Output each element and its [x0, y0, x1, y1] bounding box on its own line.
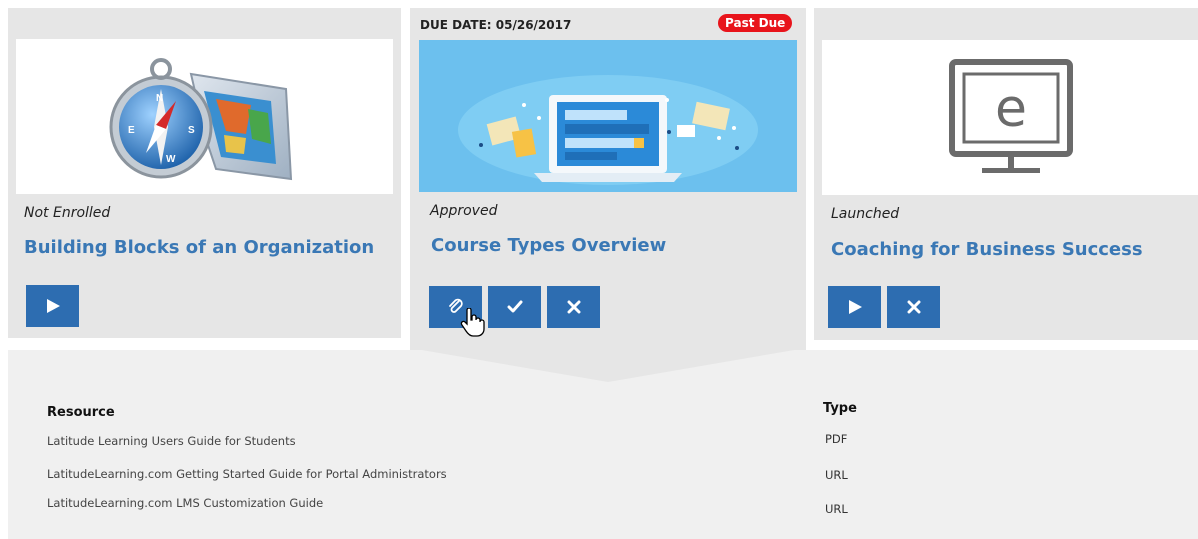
type-column-header: Type: [823, 401, 857, 416]
cancel-button[interactable]: [547, 286, 600, 328]
course-card-2: DUE DATE: 05/26/2017 Past Due Approved C…: [410, 8, 806, 352]
resource-type: URL: [825, 502, 848, 516]
elearning-monitor-icon: e: [949, 59, 1073, 173]
resource-column-header: Resource: [47, 405, 115, 420]
course-card-1: N E S W Not Enrolled Building Blocks of …: [8, 8, 401, 338]
course-thumbnail: [419, 40, 797, 192]
due-date: DUE DATE: 05/26/2017: [420, 18, 572, 32]
past-due-badge: Past Due: [718, 14, 793, 32]
course-title[interactable]: Course Types Overview: [431, 235, 666, 256]
resource-link[interactable]: LatitudeLearning.com LMS Customization G…: [47, 496, 323, 510]
panel-pointer: [410, 348, 806, 382]
checkmark-icon: [507, 300, 522, 313]
close-icon: [907, 300, 920, 314]
svg-text:E: E: [128, 125, 135, 136]
hand-cursor-icon: [460, 308, 485, 337]
play-icon: [46, 299, 60, 313]
course-thumbnail: N E S W: [16, 39, 393, 194]
laptop-course-icon: [458, 75, 758, 185]
svg-text:e: e: [995, 79, 1027, 139]
resource-panel: Resource Type Latitude Learning Users Gu…: [8, 348, 1198, 539]
enrollment-status: Not Enrolled: [24, 205, 111, 221]
cancel-button[interactable]: [887, 286, 940, 328]
resource-link[interactable]: LatitudeLearning.com Getting Started Gui…: [47, 467, 447, 481]
resource-type: PDF: [825, 432, 848, 446]
approve-button[interactable]: [488, 286, 541, 328]
enrollment-status: Launched: [831, 206, 900, 222]
resource-type: URL: [825, 468, 848, 482]
launch-button[interactable]: [26, 285, 79, 327]
enrollment-status: Approved: [430, 203, 498, 219]
svg-text:W: W: [166, 154, 176, 165]
course-card-3: e Launched Coaching for Business Success: [814, 8, 1198, 340]
course-title[interactable]: Building Blocks of an Organization: [24, 237, 374, 258]
play-icon: [848, 300, 862, 314]
course-title[interactable]: Coaching for Business Success: [831, 239, 1143, 260]
compass-map-icon: N E S W: [109, 58, 293, 181]
svg-text:S: S: [188, 125, 195, 136]
resource-link[interactable]: Latitude Learning Users Guide for Studen…: [47, 434, 296, 448]
close-icon: [567, 300, 580, 314]
svg-text:N: N: [156, 93, 163, 104]
course-thumbnail: e: [822, 40, 1198, 195]
launch-button[interactable]: [828, 286, 881, 328]
